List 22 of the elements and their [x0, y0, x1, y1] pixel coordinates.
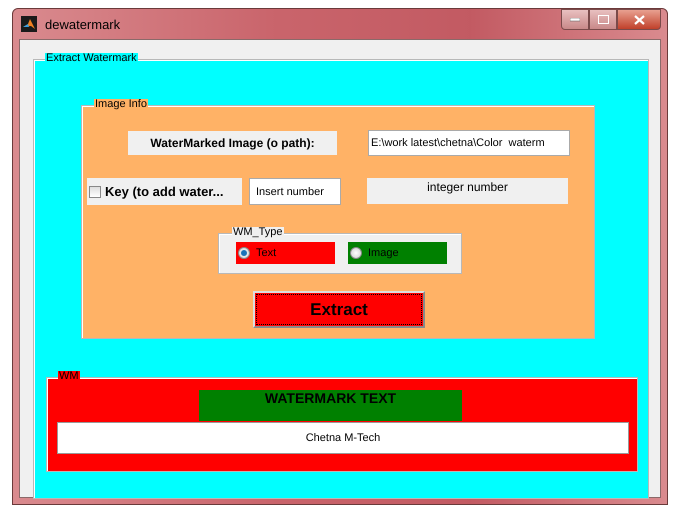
close-button[interactable]	[617, 9, 661, 30]
key-checkbox[interactable]: Key (to add water...	[87, 178, 242, 205]
maximize-icon	[598, 15, 608, 24]
radio-option[interactable]: Image	[348, 242, 447, 264]
path-label: WaterMarked Image (o path):	[128, 131, 337, 155]
minimize-icon	[570, 18, 580, 22]
key-hint: integer number	[367, 178, 568, 204]
extract-button[interactable]: Extract	[253, 291, 425, 328]
minimize-button[interactable]	[561, 9, 589, 30]
watermark-heading: WATERMARK TEXT	[199, 390, 462, 421]
path-field[interactable]: E:\work latest\chetna\Color waterm	[368, 130, 570, 156]
watermark-text-field[interactable]: Chetna M-Tech	[57, 422, 629, 454]
key-field[interactable]: Insert number	[249, 178, 341, 205]
radio-option[interactable]: Text	[236, 242, 335, 264]
panel-title: Image Info	[94, 99, 148, 110]
close-icon	[634, 14, 644, 24]
panel-title: WM	[58, 371, 80, 382]
window-title: dewatermark	[45, 16, 120, 32]
maximize-button[interactable]	[589, 9, 617, 30]
app-logo-icon	[21, 16, 37, 32]
panel-title: Extract Watermark	[45, 53, 138, 64]
panel-title: WM_Type	[232, 227, 284, 238]
